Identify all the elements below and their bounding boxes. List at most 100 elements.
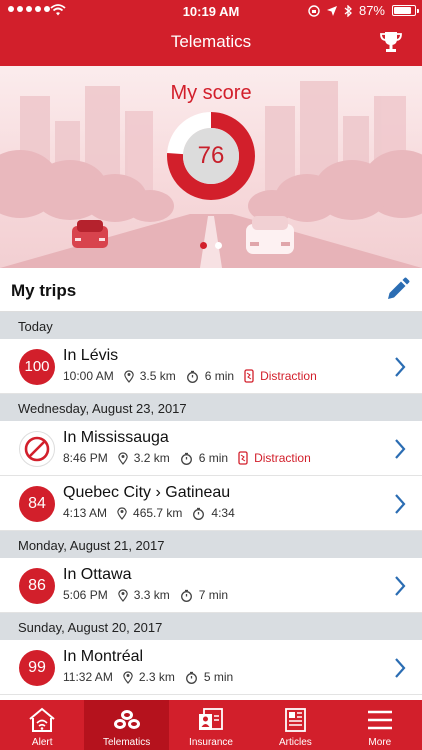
no-score-badge bbox=[19, 431, 55, 467]
battery-icon bbox=[392, 5, 419, 16]
chevron-right-icon[interactable] bbox=[394, 657, 406, 679]
trip-distance: 3.5 km bbox=[123, 369, 176, 383]
trip-row[interactable]: In Mississauga 8:46 PM 3.2 km 6 min Distract… bbox=[0, 421, 422, 476]
trip-distance-value: 465.7 km bbox=[133, 506, 183, 520]
trip-title: In Montréal bbox=[63, 648, 144, 665]
tab-insurance[interactable]: Insurance bbox=[169, 700, 253, 750]
stopwatch-icon bbox=[180, 452, 196, 465]
insurance-card-icon bbox=[199, 708, 223, 730]
trip-row[interactable]: 86 In Ottawa 5:06 PM 3.3 km 7 min bbox=[0, 558, 422, 613]
stopwatch-icon bbox=[185, 671, 201, 684]
trip-duration: 7 min bbox=[180, 588, 228, 602]
trip-duration-value: 6 min bbox=[204, 369, 235, 383]
lock-rotation-icon bbox=[308, 4, 320, 17]
prohibited-icon bbox=[24, 436, 50, 462]
stopwatch-icon bbox=[192, 507, 208, 520]
phone-distraction-icon bbox=[244, 369, 257, 383]
score-hero[interactable]: My score 76 bbox=[0, 66, 422, 268]
trip-duration: 6 min bbox=[186, 369, 234, 383]
page-dot-2[interactable] bbox=[215, 242, 222, 249]
chevron-right-icon[interactable] bbox=[394, 493, 406, 515]
trip-title: Quebec City › Gatineau bbox=[63, 484, 231, 501]
page-indicator[interactable] bbox=[0, 242, 422, 249]
location-pin-icon bbox=[117, 588, 131, 602]
trip-duration-value: 5 min bbox=[203, 670, 234, 684]
tab-label: Insurance bbox=[189, 737, 233, 748]
stopwatch-icon bbox=[186, 370, 202, 383]
tab-telematics[interactable]: Telematics bbox=[84, 700, 169, 750]
location-pin-icon bbox=[117, 451, 131, 465]
trip-distance: 465.7 km bbox=[117, 506, 182, 520]
trip-title: In Lévis bbox=[63, 347, 119, 364]
house-alert-icon bbox=[29, 707, 55, 732]
trip-meta: 10:00 AM 3.5 km 6 min Distraction bbox=[63, 369, 327, 383]
menu-icon bbox=[367, 710, 392, 730]
trip-score-badge: 99 bbox=[19, 650, 55, 686]
pencil-icon[interactable] bbox=[384, 277, 410, 303]
trip-meta: 8:46 PM 3.2 km 6 min Distraction bbox=[63, 451, 321, 465]
chevron-right-icon[interactable] bbox=[394, 438, 406, 460]
score-value: 76 bbox=[197, 142, 225, 169]
trip-distance: 3.2 km bbox=[117, 451, 170, 465]
chevron-right-icon[interactable] bbox=[394, 575, 406, 597]
location-pin-icon bbox=[117, 506, 130, 520]
phone-distraction-icon bbox=[238, 451, 251, 465]
trip-row[interactable]: 100 In Lévis 10:00 AM 3.5 km 6 min Distractio… bbox=[0, 339, 422, 394]
trip-time: 5:06 PM bbox=[63, 588, 108, 602]
trip-distance: 3.3 km bbox=[117, 588, 170, 602]
trip-duration: 4:34 bbox=[192, 506, 235, 520]
day-header: Sunday, August 20, 2017 bbox=[0, 613, 422, 640]
trip-time: 8:46 PM bbox=[63, 451, 108, 465]
trip-distance-value: 3.2 km bbox=[133, 451, 170, 465]
trip-time: 4:13 AM bbox=[63, 506, 108, 520]
chevron-right-icon[interactable] bbox=[394, 356, 406, 378]
trip-score-badge: 100 bbox=[19, 349, 55, 385]
tab-more[interactable]: More bbox=[338, 700, 422, 750]
trip-meta: 11:32 AM 2.3 km 5 min bbox=[63, 670, 243, 684]
score-title: My score bbox=[170, 82, 252, 104]
tab-label: Articles bbox=[279, 737, 312, 748]
trip-duration-value: 4:34 bbox=[211, 506, 235, 520]
tab-articles[interactable]: Articles bbox=[253, 700, 337, 750]
status-bar: 10:19 AM 87% bbox=[0, 0, 422, 22]
tab-bar: Alert Telematics Insurance Articles More bbox=[0, 700, 422, 750]
newspaper-icon bbox=[285, 708, 307, 732]
page-title: Telematics bbox=[170, 32, 252, 51]
trip-title: In Mississauga bbox=[63, 429, 169, 446]
distraction-flag: Distraction bbox=[244, 369, 317, 383]
tab-label: More bbox=[368, 737, 392, 748]
distraction-label: Distraction bbox=[254, 451, 311, 465]
trip-duration: 5 min bbox=[185, 670, 233, 684]
trip-row[interactable]: 84 Quebec City › Gatineau 4:13 AM 465.7 km 4… bbox=[0, 476, 422, 531]
day-header: Wednesday, August 23, 2017 bbox=[0, 394, 422, 421]
trip-time: 11:32 AM bbox=[63, 670, 113, 684]
trip-meta: 5:06 PM 3.3 km 7 min bbox=[63, 588, 238, 602]
tab-label: Alert bbox=[31, 737, 53, 748]
telematics-icon bbox=[113, 710, 140, 729]
trip-distance-value: 2.3 km bbox=[138, 670, 175, 684]
trips-title: My trips bbox=[11, 281, 77, 300]
trip-distance: 2.3 km bbox=[123, 670, 175, 684]
trip-meta: 4:13 AM 465.7 km 4:34 bbox=[63, 506, 245, 520]
top-bar: 10:19 AM 87% Telematics bbox=[0, 0, 422, 66]
trip-list: Today 100 In Lévis 10:00 AM 3.5 km 6 min Distr… bbox=[0, 312, 422, 695]
tab-label: Telematics bbox=[102, 737, 151, 748]
day-header: Today bbox=[0, 312, 422, 339]
battery-percent: 87% bbox=[358, 3, 385, 18]
bluetooth-icon bbox=[344, 4, 352, 17]
location-pin-icon bbox=[123, 369, 137, 383]
location-pin-icon bbox=[123, 670, 136, 684]
day-header: Monday, August 21, 2017 bbox=[0, 531, 422, 558]
trip-row[interactable]: 99 In Montréal 11:32 AM 2.3 km 5 min bbox=[0, 640, 422, 695]
trip-time: 10:00 AM bbox=[63, 369, 114, 383]
tab-alert[interactable]: Alert bbox=[0, 700, 84, 750]
trip-distance-value: 3.5 km bbox=[139, 369, 176, 383]
location-arrow-icon bbox=[326, 5, 337, 16]
distraction-label: Distraction bbox=[260, 369, 317, 383]
distraction-flag: Distraction bbox=[238, 451, 311, 465]
trophy-icon[interactable] bbox=[378, 30, 404, 54]
page-dot-1[interactable] bbox=[200, 242, 207, 249]
stopwatch-icon bbox=[180, 589, 196, 602]
trip-distance-value: 3.3 km bbox=[133, 588, 170, 602]
trips-header: My trips bbox=[0, 268, 422, 312]
